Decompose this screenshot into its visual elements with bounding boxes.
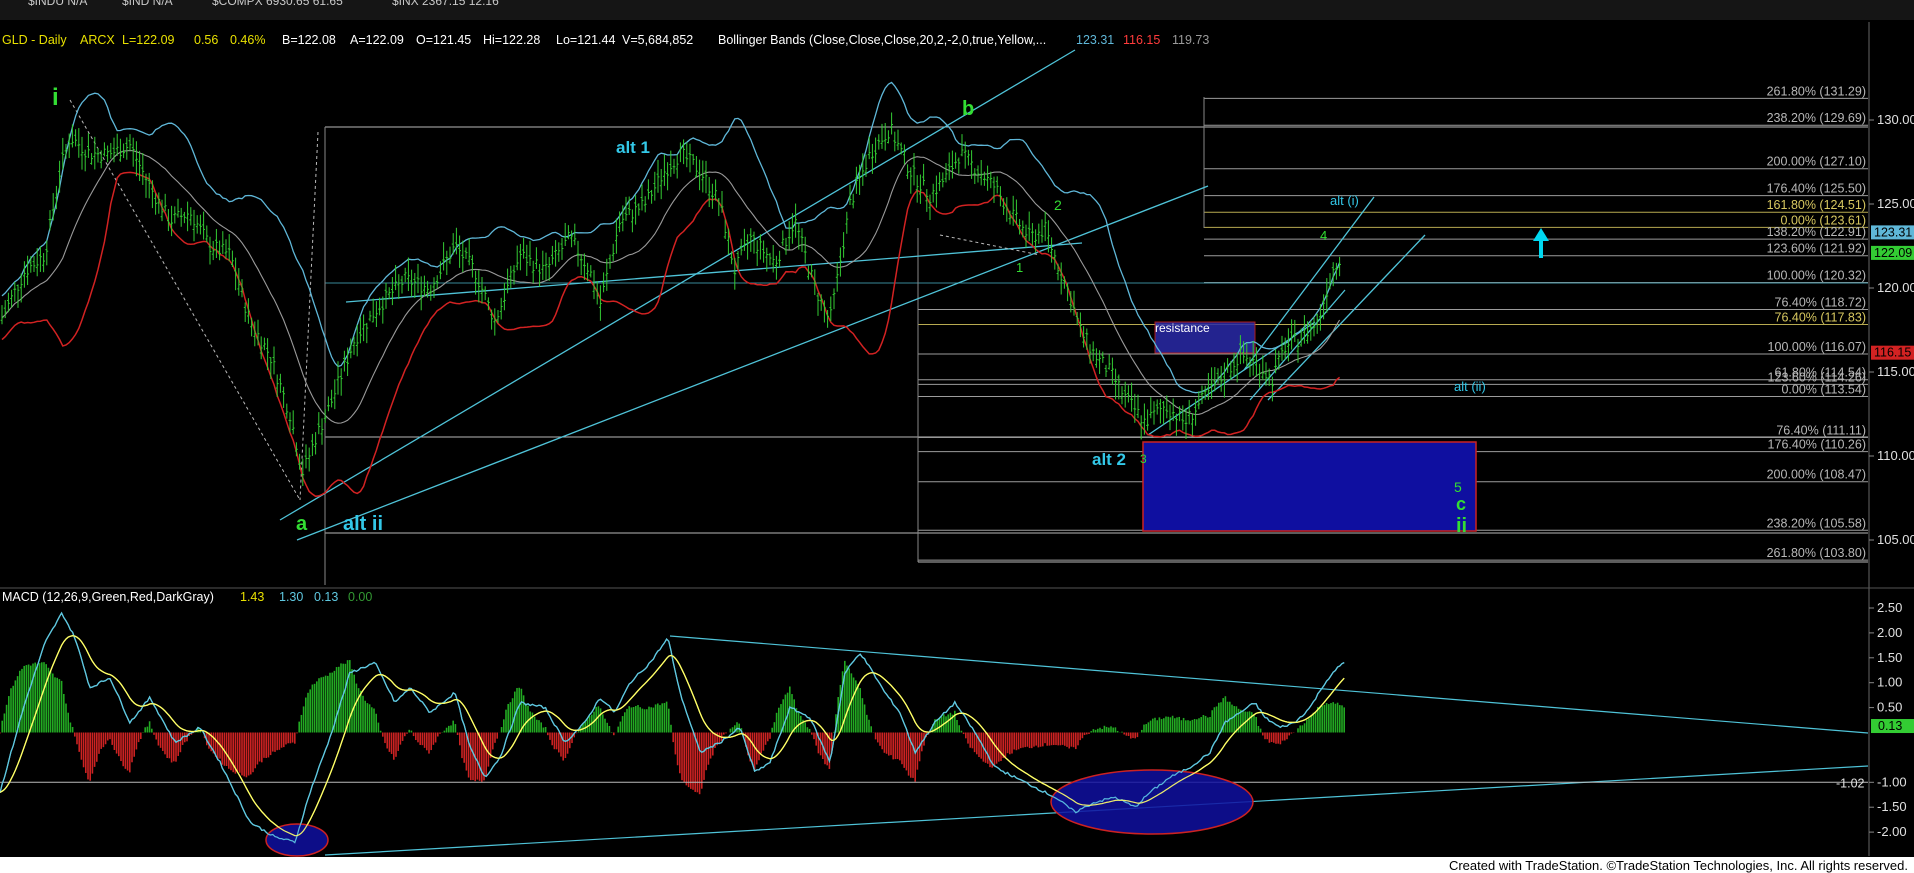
wave-label: alt ii <box>343 513 383 535</box>
price-marker-label: 116.15 <box>1874 346 1911 360</box>
fib-label: 100.00% (116.07) <box>1768 340 1866 354</box>
wave-label: alt 1 <box>616 138 650 157</box>
last-price: L=122.09 <box>122 33 175 47</box>
change-value: 0.56 <box>194 33 218 47</box>
price-marker-label: 122.09 <box>1874 246 1912 260</box>
macd-y-tick-label: -1.00 <box>1877 774 1907 789</box>
wave-label: 3 <box>1140 452 1147 466</box>
y-tick-label: 130.00 <box>1877 112 1914 127</box>
macd-header: MACD (12,26,9,Green,Red,DarkGray) 1.43 1… <box>2 590 372 604</box>
fib-label: 100.00% (120.32) <box>1767 269 1866 283</box>
quote-ind[interactable]: $IND N/A <box>122 0 173 8</box>
fib-label: 161.80% (124.51) <box>1767 198 1866 212</box>
low-value: Lo=121.44 <box>556 33 615 47</box>
quote-indu[interactable]: $INDU N/A <box>28 0 87 8</box>
stock-chart[interactable]: $INDU N/A $IND N/A $COMPX 6930.65 61.65 … <box>0 0 1914 873</box>
wave-label: resistance <box>1155 321 1210 335</box>
fib-label: 238.20% (105.58) <box>1767 516 1866 530</box>
fib-label: 76.40% (117.83) <box>1775 310 1867 324</box>
exchange-label: ARCX <box>80 33 115 47</box>
macd-y-tick-label: 2.00 <box>1877 625 1902 640</box>
wave-label: c <box>1456 494 1466 514</box>
fib-label: 0.00% (113.54) <box>1781 383 1866 397</box>
wave-label: 2 <box>1054 197 1062 213</box>
wave-label: 1 <box>1016 260 1023 275</box>
wave-label: ii <box>1456 515 1467 537</box>
macd-zero-value: 0.00 <box>348 590 372 604</box>
macd-hist-value: 0.13 <box>314 590 338 604</box>
wave-label: alt 2 <box>1092 450 1126 469</box>
fib-label: 138.20% (122.91) <box>1767 225 1866 239</box>
fib-label: 176.40% (110.26) <box>1768 438 1866 452</box>
macd-signal-value: 1.30 <box>279 590 303 604</box>
target-zone-box <box>1142 441 1477 532</box>
y-tick-label: 110.00 <box>1877 448 1914 463</box>
copyright-text: Created with TradeStation. ©TradeStation… <box>1448 858 1908 873</box>
macd-low-ellipse <box>1050 769 1254 835</box>
bid-value: B=122.08 <box>282 33 336 47</box>
fib-label: 200.00% (108.47) <box>1767 468 1866 482</box>
volume-value: V=5,684,852 <box>622 33 693 47</box>
bb-lower-value: 116.15 <box>1123 33 1160 47</box>
high-value: Hi=122.28 <box>483 33 540 47</box>
macd-value: 1.43 <box>240 590 264 604</box>
symbol-label: GLD - Daily <box>2 33 67 47</box>
macd-y-tick-label: -2.00 <box>1877 824 1907 839</box>
macd-y-tick-label: 0.50 <box>1877 700 1902 715</box>
fib-label: 76.40% (118.72) <box>1775 296 1867 310</box>
macd-y-tick-label: 2.50 <box>1877 600 1902 615</box>
y-tick-label: 105.00 <box>1877 532 1914 547</box>
ask-value: A=122.09 <box>350 33 404 47</box>
macd-study-label: MACD (12,26,9,Green,Red,DarkGray) <box>2 590 214 604</box>
price-marker-label: 123.31 <box>1874 225 1912 239</box>
macd-y-tick-label: -1.50 <box>1877 799 1907 814</box>
bb-study-label: Bollinger Bands (Close,Close,Close,20,2,… <box>718 33 1046 47</box>
bb-upper-value: 123.31 <box>1076 33 1114 47</box>
macd-y-tick-label: 1.50 <box>1877 650 1902 665</box>
bb-mid-value: 119.73 <box>1172 33 1209 47</box>
fib-label: 176.40% (125.50) <box>1767 182 1866 196</box>
wave-label: 5 <box>1454 479 1462 495</box>
macd-marker-label: 0.13 <box>1878 719 1902 733</box>
y-tick-label: 120.00 <box>1877 280 1914 295</box>
quote-compx[interactable]: $COMPX 6930.65 61.65 <box>212 0 343 8</box>
fib-label: 123.60% (121.92) <box>1767 242 1866 256</box>
fib-label: 261.80% (103.80) <box>1767 546 1866 560</box>
y-tick-label: 125.00 <box>1877 196 1914 211</box>
wave-label: b <box>962 98 974 120</box>
wave-label: 4 <box>1320 228 1327 243</box>
fib-label: 76.40% (111.11) <box>1776 423 1866 437</box>
wave-label: alt (i) <box>1330 193 1359 208</box>
fib-label: 261.80% (131.29) <box>1767 84 1866 98</box>
footer-bar: Created with TradeStation. ©TradeStation… <box>0 857 1914 873</box>
quote-inx[interactable]: $INX 2367.15 12.16 <box>392 0 499 8</box>
wave-label: a <box>296 513 308 535</box>
change-pct: 0.46% <box>230 33 265 47</box>
open-value: O=121.45 <box>416 33 471 47</box>
macd-marker-label: -1.02 <box>1836 776 1865 790</box>
y-tick-label: 115.00 <box>1877 364 1914 379</box>
wave-label: alt (ii) <box>1454 379 1486 394</box>
macd-y-tick-label: 1.00 <box>1877 675 1902 690</box>
fib-label: 238.20% (129.69) <box>1767 111 1866 125</box>
wave-label: i <box>52 84 59 111</box>
macd-low-ellipse <box>265 823 329 857</box>
fib-label: 200.00% (127.10) <box>1767 155 1866 169</box>
